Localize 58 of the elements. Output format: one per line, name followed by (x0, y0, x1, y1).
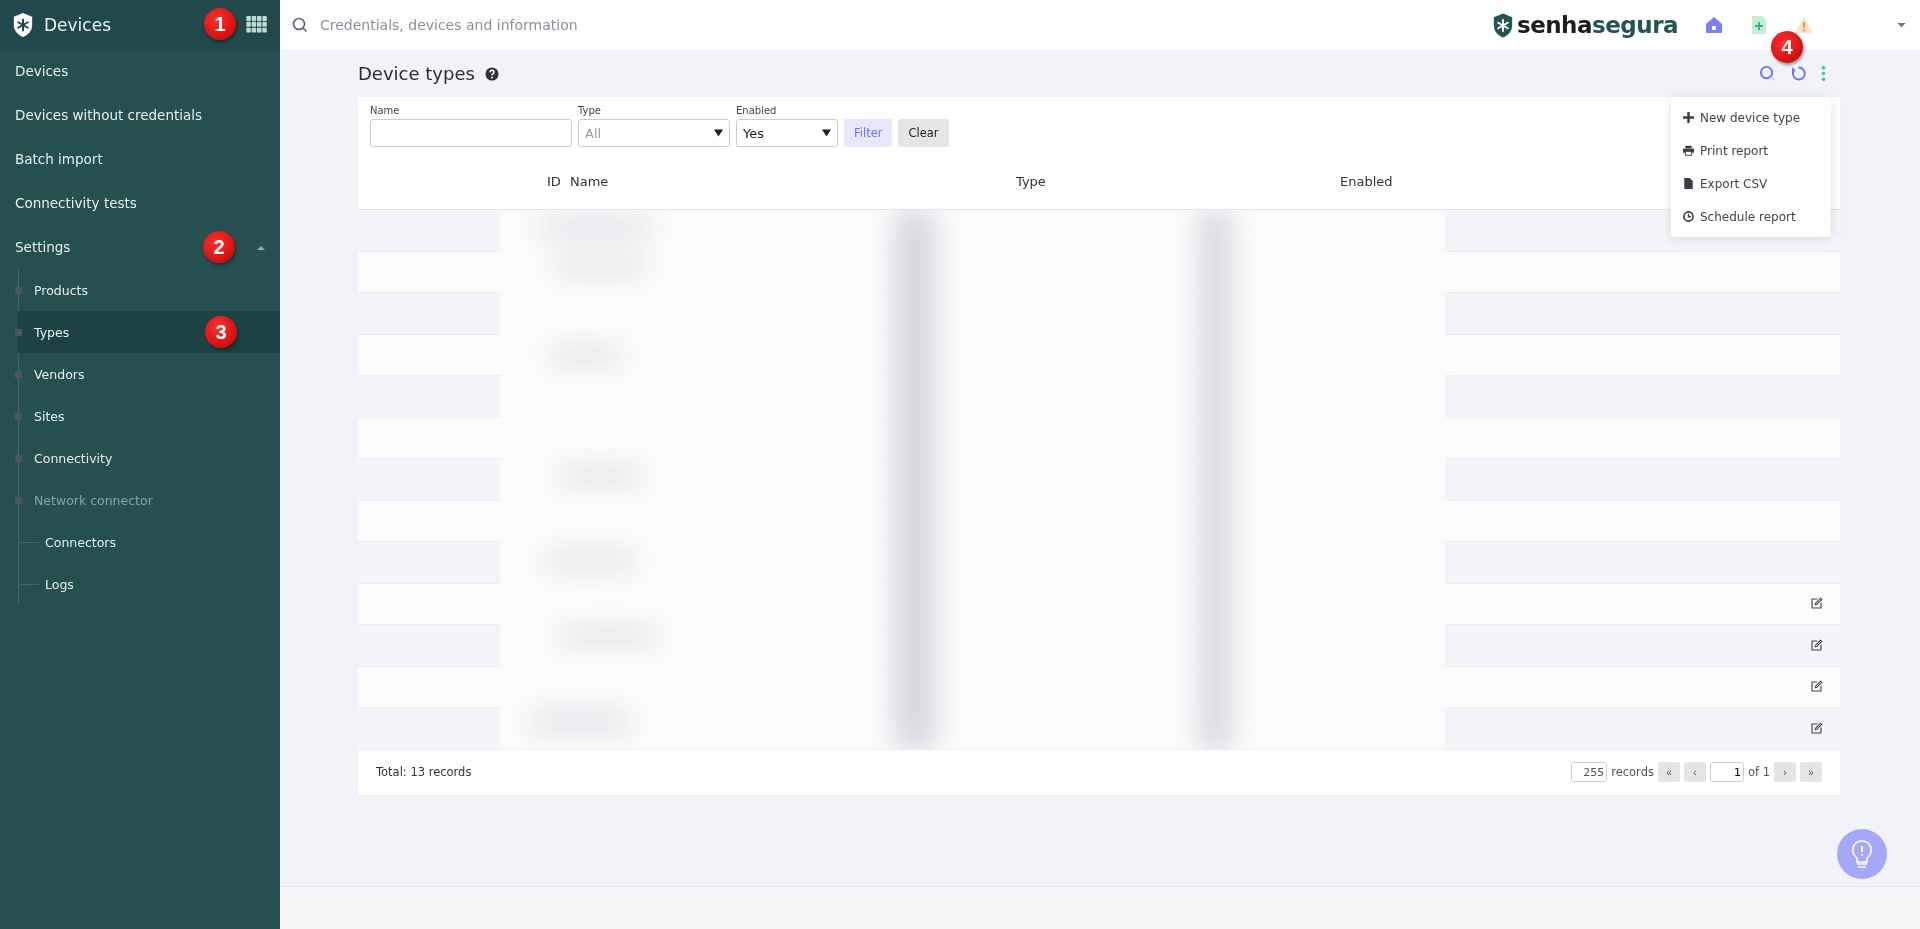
records-total: Total: 13 records (376, 765, 472, 779)
sidebar-subitem[interactable]: Connectivity (18, 437, 280, 479)
filter-label: Enabled (736, 105, 777, 116)
last-page-button[interactable]: » (1800, 762, 1822, 782)
caret-icon (822, 129, 831, 137)
first-page-button[interactable]: « (1657, 762, 1680, 782)
sidebar-item[interactable]: Devices (0, 49, 150, 93)
sidebar-item[interactable]: Connectivity tests (0, 181, 152, 225)
page-title: Device types (358, 63, 475, 84)
search-icon[interactable] (1759, 65, 1776, 82)
caret-icon (714, 129, 723, 137)
shield-logo-icon (12, 11, 34, 38)
column-header[interactable]: ID (547, 174, 561, 189)
sidebar-title: Devices (44, 14, 111, 35)
edit-icon[interactable] (1809, 721, 1823, 735)
column-header[interactable]: Type (1016, 174, 1046, 189)
menu-item[interactable]: Schedule report (1671, 200, 1831, 233)
edit-icon[interactable] (1809, 680, 1823, 694)
page-number-field[interactable]: 1 (1709, 762, 1744, 782)
name-filter-field[interactable] (370, 119, 572, 147)
refresh-icon[interactable] (1790, 65, 1807, 82)
menu-item[interactable]: Print report (1671, 134, 1831, 167)
clock-icon (1683, 211, 1694, 222)
menu-item[interactable]: Export CSV (1671, 167, 1831, 200)
search-field[interactable]: Credentials, devices and information (318, 16, 722, 34)
brand-name: senhasegura (1516, 12, 1678, 38)
shield-logo-icon (1491, 11, 1514, 39)
search-icon (292, 17, 308, 33)
next-page-button[interactable]: › (1774, 762, 1796, 782)
column-header[interactable]: Name (570, 174, 609, 189)
column-header[interactable]: Enabled (1340, 174, 1393, 189)
sidebar-subitem[interactable]: Sites (18, 395, 280, 437)
edit-icon[interactable] (1809, 597, 1823, 611)
file-icon (1683, 178, 1694, 189)
home-icon[interactable] (1704, 15, 1724, 35)
records-label: records (1611, 765, 1654, 779)
sidebar-item[interactable]: Devices without credentials (0, 93, 218, 137)
sidebar-subitem[interactable]: Vendors (18, 353, 280, 395)
page-size-field[interactable]: 255 (1571, 762, 1608, 782)
menu-item[interactable]: New device type (1671, 101, 1831, 134)
warning-icon[interactable] (1794, 15, 1814, 35)
printer-icon (1683, 145, 1694, 156)
new-file-icon[interactable] (1749, 15, 1769, 35)
select-field[interactable]: Yes (736, 119, 838, 147)
sidebar-subitem[interactable]: Products (18, 269, 280, 311)
clear-button[interactable]: Clear (898, 119, 949, 147)
dropdown-caret-icon[interactable] (1897, 22, 1906, 28)
edit-icon[interactable] (1809, 638, 1823, 652)
sidebar-item[interactable]: Batch import (0, 137, 150, 181)
help-icon[interactable] (484, 66, 499, 81)
caret-icon[interactable] (257, 244, 265, 250)
sidebar-item[interactable]: Settings (0, 225, 150, 269)
apps-grid-icon[interactable] (246, 16, 268, 33)
filter-label: Name (370, 105, 400, 116)
page-count: of 1 (1747, 765, 1770, 779)
filter-label: Type (578, 105, 601, 116)
previous-page-button[interactable]: ‹ (1683, 762, 1706, 782)
plus-icon (1683, 112, 1694, 123)
